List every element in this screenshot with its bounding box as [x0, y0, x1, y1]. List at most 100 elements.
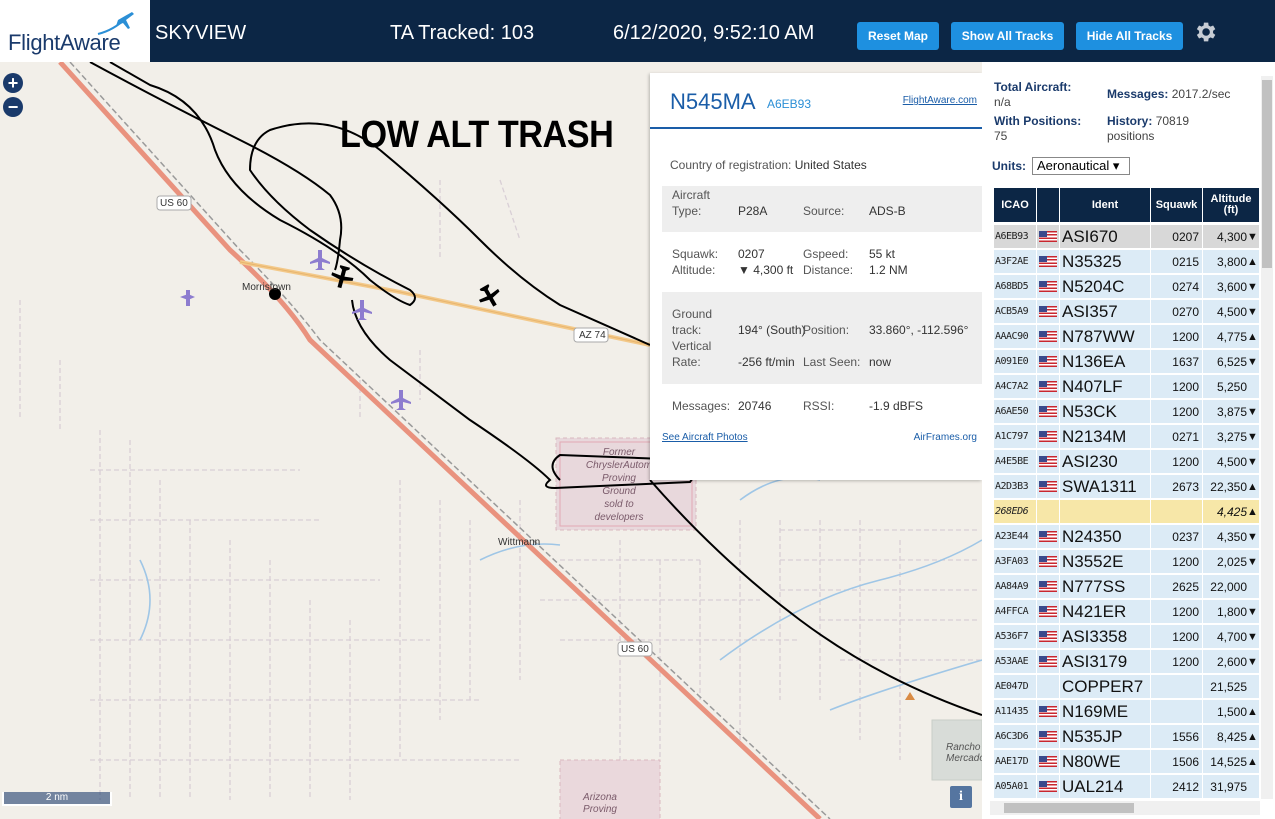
us-flag-icon: [1039, 406, 1057, 417]
row-icao: A53AAE: [994, 650, 1036, 673]
track-label: track:: [672, 323, 702, 337]
row-icao: A11435: [994, 700, 1036, 723]
gspeed-label: Gspeed:: [803, 247, 849, 261]
us-flag-icon: [1039, 381, 1057, 392]
row-altitude: 5,250: [1203, 375, 1259, 398]
aircraft-row[interactable]: A3FA03 N3552E 1200 2,025 ▼: [994, 549, 1259, 574]
horizontal-scrollbar[interactable]: [990, 801, 1260, 815]
us-flag-icon: [1039, 631, 1057, 642]
gear-icon[interactable]: [1192, 19, 1218, 45]
aircraft-row[interactable]: A1C797 N2134M 0271 3,275 ▼: [994, 424, 1259, 449]
row-altitude: 3,600 ▼: [1203, 275, 1259, 298]
us-flag-icon: [1039, 256, 1057, 267]
row-flag: [1037, 725, 1059, 748]
us-flag-icon: [1039, 231, 1057, 242]
row-flag: [1037, 375, 1059, 398]
hide-all-tracks-button[interactable]: Hide All Tracks: [1076, 22, 1183, 50]
row-ident: N136EA: [1060, 350, 1150, 373]
row-altitude: 21,525: [1203, 675, 1259, 698]
row-altitude: 3,800 ▲: [1203, 250, 1259, 273]
row-flag: [1037, 400, 1059, 423]
aircraft-row[interactable]: A3F2AE N35325 0215 3,800 ▲: [994, 249, 1259, 274]
aircraft-photos-link[interactable]: See Aircraft Photos: [662, 432, 748, 443]
squawk-label: Squawk:: [672, 247, 719, 261]
rate-label: Rate:: [672, 355, 701, 369]
row-flag: [1037, 350, 1059, 373]
flightaware-link[interactable]: FlightAware.com: [903, 95, 977, 106]
row-flag: [1037, 675, 1059, 698]
row-squawk: 1200: [1151, 600, 1202, 623]
col-ident[interactable]: Ident: [1060, 188, 1150, 222]
col-flag[interactable]: [1037, 188, 1059, 222]
aircraft-row[interactable]: A6EB93 ASI670 0207 4,300 ▼: [994, 224, 1259, 249]
row-squawk: 2673: [1151, 475, 1202, 498]
row-ident: ASI3179: [1060, 650, 1150, 673]
airframes-link[interactable]: AirFrames.org: [914, 432, 977, 443]
zoom-out-button[interactable]: −: [3, 97, 23, 117]
aircraft-row[interactable]: A68BD5 N5204C 0274 3,600 ▼: [994, 274, 1259, 299]
aircraft-list-panel: Total Aircraft: n/a Messages: 2017.2/sec …: [982, 62, 1275, 819]
row-squawk: 1200: [1151, 625, 1202, 648]
us-flag-icon: [1039, 456, 1057, 467]
reset-map-button[interactable]: Reset Map: [857, 22, 939, 50]
aircraft-row[interactable]: AAE17D N80WE 1506 14,525 ▲: [994, 749, 1259, 774]
us-flag-icon: [1039, 581, 1057, 592]
col-altitude[interactable]: Altitude (ft): [1203, 188, 1259, 222]
gspeed-value: 55 kt: [869, 247, 896, 261]
row-flag: [1037, 425, 1059, 448]
row-squawk: [1151, 675, 1202, 698]
aircraft-row[interactable]: ACB5A9 ASI357 0270 4,500 ▼: [994, 299, 1259, 324]
row-ident: UAL214: [1060, 775, 1150, 798]
vertical-scrollbar[interactable]: [1261, 76, 1273, 799]
wittmann-label: Wittmann: [498, 537, 541, 548]
row-icao: A68BD5: [994, 275, 1036, 298]
aircraft-row[interactable]: A11435 N169ME 1,500 ▲: [994, 699, 1259, 724]
col-icao[interactable]: ICAO: [994, 188, 1036, 222]
us-flag-icon: [1039, 281, 1057, 292]
row-ident: COPPER7: [1060, 675, 1150, 698]
row-squawk: 2625: [1151, 575, 1202, 598]
flightaware-logo[interactable]: FlightAware: [0, 0, 150, 62]
with-positions-stat: With Positions: 75: [994, 114, 1082, 143]
aircraft-row[interactable]: A536F7 ASI3358 1200 4,700 ▼: [994, 624, 1259, 649]
position-value: 33.860°, -112.596°: [869, 323, 969, 337]
row-altitude: 31,975: [1203, 775, 1259, 798]
info-icon[interactable]: i: [950, 786, 972, 808]
aircraft-row[interactable]: A2D3B3 SWA1311 2673 22,350 ▲: [994, 474, 1259, 499]
us-flag-icon: [1039, 756, 1057, 767]
aircraft-row[interactable]: A05A01 UAL214 2412 31,975: [994, 774, 1259, 799]
aircraft-row[interactable]: A4C7A2 N407LF 1200 5,250: [994, 374, 1259, 399]
row-altitude: 4,500 ▼: [1203, 450, 1259, 473]
row-altitude: 4,700 ▼: [1203, 625, 1259, 648]
aircraft-row[interactable]: AE047D COPPER7 21,525: [994, 674, 1259, 699]
aircraft-row[interactable]: A23E44 N24350 0237 4,350 ▼: [994, 524, 1259, 549]
aircraft-row[interactable]: A6AE50 N53CK 1200 3,875 ▼: [994, 399, 1259, 424]
aircraft-row[interactable]: A4FFCA N421ER 1200 1,800 ▼: [994, 599, 1259, 624]
panel-hex[interactable]: A6EB93: [767, 97, 811, 111]
aircraft-row[interactable]: AA84A9 N777SS 2625 22,000: [994, 574, 1259, 599]
altitude-trend-icon: ▼: [1247, 305, 1258, 318]
altitude-trend-icon: ▼: [1247, 655, 1258, 668]
aircraft-row[interactable]: A091E0 N136EA 1637 6,525 ▼: [994, 349, 1259, 374]
tracked-count: TA Tracked: 103: [390, 22, 535, 44]
source-label: Source:: [803, 204, 845, 218]
units-select[interactable]: Aeronautical ▾: [1032, 157, 1130, 175]
row-icao: A4C7A2: [994, 375, 1036, 398]
zoom-in-button[interactable]: +: [3, 73, 23, 93]
show-all-tracks-button[interactable]: Show All Tracks: [951, 22, 1064, 50]
col-squawk[interactable]: Squawk: [1151, 188, 1202, 222]
aircraft-table-body: A6EB93 ASI670 0207 4,300 ▼ A3F2AE N35325 0215 3,…: [994, 224, 1259, 799]
row-ident: N169ME: [1060, 700, 1150, 723]
aircraft-row[interactable]: A4E5BE ASI230 1200 4,500 ▼: [994, 449, 1259, 474]
us-flag-icon: [1039, 481, 1057, 492]
aircraft-row[interactable]: A6C3D6 N535JP 1556 8,425 ▲: [994, 724, 1259, 749]
aircraft-row[interactable]: A53AAE ASI3179 1200 2,600 ▼: [994, 649, 1259, 674]
altitude-trend-icon: ▼: [1247, 605, 1258, 618]
aircraft-row[interactable]: AAAC90 N787WW 1200 4,775 ▲: [994, 324, 1259, 349]
row-ident: ASI230: [1060, 450, 1150, 473]
row-flag: [1037, 625, 1059, 648]
row-flag: [1037, 250, 1059, 273]
row-squawk: 1200: [1151, 400, 1202, 423]
messages-rate-stat: Messages: 2017.2/sec: [1107, 87, 1231, 101]
aircraft-row[interactable]: 268ED6 4,425 ▲: [994, 499, 1259, 524]
